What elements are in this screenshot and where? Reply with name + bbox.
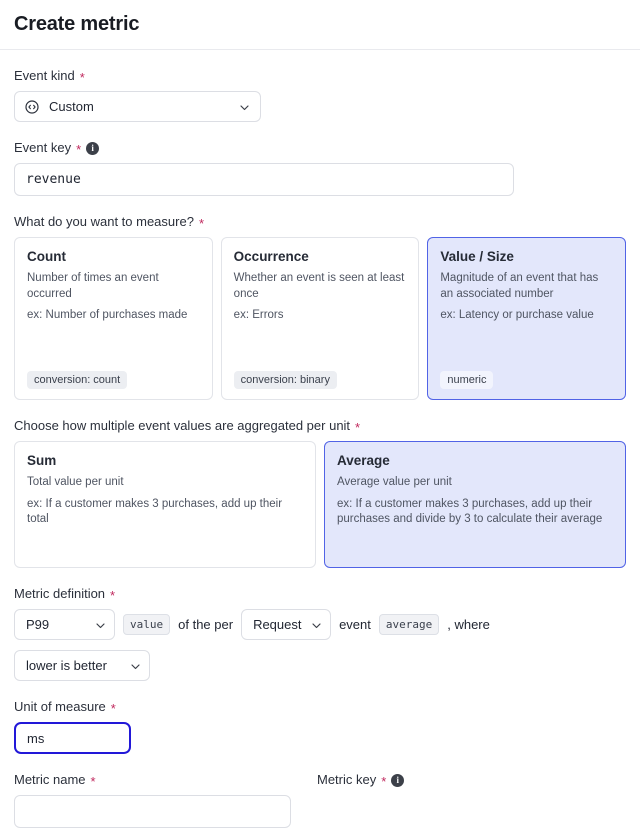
event-key-label-text: Event key <box>14 140 72 155</box>
chevron-down-icon <box>311 619 322 630</box>
average-chip: average <box>378 614 440 635</box>
option-pill: conversion: binary <box>233 371 337 389</box>
create-metric-form: Event kind * Custom Event key * i revenu… <box>0 68 640 828</box>
option-description: Whether an event is seen at least once <box>233 272 405 300</box>
required-asterisk: * <box>90 773 96 789</box>
metric-definition-label: Metric definition * <box>14 586 626 602</box>
metric-name-field: Metric name * <box>14 772 317 828</box>
chevron-down-icon <box>95 619 106 630</box>
option-title: Value / Size <box>440 249 514 264</box>
option-title: Sum <box>27 453 57 468</box>
required-asterisk: * <box>198 215 204 231</box>
required-asterisk: * <box>355 419 361 435</box>
option-description: Number of times an event occurred <box>27 272 159 300</box>
aggregation-label-text: Choose how multiple event values are agg… <box>14 418 351 433</box>
aggregation-option-sum[interactable]: Sum Total value per unit ex: If a custom… <box>14 441 316 568</box>
metric-definition-row: P99 value of the per Request event avera… <box>14 609 626 640</box>
info-icon[interactable]: i <box>391 773 405 787</box>
aggregation-options: Sum Total value per unit ex: If a custom… <box>14 441 626 568</box>
metric-key-label: Metric key * i <box>317 772 405 789</box>
direction-select[interactable]: lower is better <box>14 650 150 681</box>
percentile-select[interactable]: P99 <box>14 609 115 640</box>
unit-of-measure-label: Unit of measure * <box>14 699 626 715</box>
option-title: Occurrence <box>233 249 309 264</box>
page-title: Create metric <box>14 13 140 35</box>
aggregation-option-average[interactable]: Average Average value per unit ex: If a … <box>324 441 626 568</box>
option-example: ex: Number of purchases made <box>27 309 188 321</box>
where-text: , where <box>447 617 490 632</box>
unit-of-measure-field: Unit of measure * ms <box>14 699 626 754</box>
metric-definition-label-text: Metric definition <box>14 586 106 601</box>
metric-name-label: Metric name * <box>14 772 317 788</box>
measure-option-occurrence[interactable]: Occurrence Whether an event is seen at l… <box>220 237 420 400</box>
event-key-label: Event key * i <box>14 140 626 156</box>
option-example: ex: Errors <box>233 309 284 321</box>
unit-of-measure-input[interactable]: ms <box>14 722 131 754</box>
metric-name-label-text: Metric name <box>14 772 86 787</box>
event-key-value: revenue <box>26 172 81 187</box>
direction-value: lower is better <box>26 658 107 673</box>
option-example: ex: Latency or purchase value <box>440 309 594 321</box>
required-asterisk: * <box>110 700 116 716</box>
event-kind-value: Custom <box>49 99 94 114</box>
measure-label: What do you want to measure? * <box>14 214 626 230</box>
event-kind-label: Event kind * <box>14 68 626 84</box>
option-pill: conversion: count <box>27 371 128 389</box>
custom-circle-icon <box>25 99 39 114</box>
metric-definition-field: Metric definition * P99 value of the per… <box>14 586 626 681</box>
chevron-down-icon <box>239 101 250 112</box>
percentile-value: P99 <box>26 617 50 632</box>
required-asterisk: * <box>381 773 387 789</box>
aggregation-label: Choose how multiple event values are agg… <box>14 418 626 434</box>
metric-key-field: Metric key * i <box>317 772 405 828</box>
metric-direction-row: lower is better <box>14 650 626 681</box>
metric-key-label-text: Metric key <box>317 772 377 787</box>
info-icon[interactable]: i <box>86 141 100 155</box>
page-header: Create metric <box>0 0 640 50</box>
option-example: ex: If a customer makes 3 purchases, add… <box>27 497 283 526</box>
name-and-key-row: Metric name * Metric key * i <box>14 772 626 828</box>
event-kind-field: Event kind * Custom <box>14 68 626 122</box>
event-kind-label-text: Event kind <box>14 68 75 83</box>
option-description: Total value per unit <box>27 476 124 488</box>
aggregation-field: Choose how multiple event values are agg… <box>14 418 626 568</box>
measure-field: What do you want to measure? * Count Num… <box>14 214 627 400</box>
event-text: event <box>339 617 371 632</box>
unit-select[interactable]: Request <box>241 609 332 640</box>
event-key-input[interactable]: revenue <box>14 163 514 196</box>
measure-option-count[interactable]: Count Number of times an event occurred … <box>14 237 213 400</box>
option-description: Magnitude of an event that has an associ… <box>440 272 599 300</box>
measure-option-value-size[interactable]: Value / Size Magnitude of an event that … <box>427 237 627 400</box>
unit-of-measure-label-text: Unit of measure <box>14 699 106 714</box>
unit-value: Request <box>253 617 302 632</box>
option-title: Average <box>337 453 390 468</box>
required-asterisk: * <box>76 141 82 157</box>
required-asterisk: * <box>110 587 116 603</box>
option-example: ex: If a customer makes 3 purchases, add… <box>337 497 603 526</box>
unit-of-measure-value: ms <box>27 730 45 746</box>
option-title: Count <box>27 249 66 264</box>
option-description: Average value per unit <box>337 476 452 488</box>
of-the-per-text: of the per <box>178 617 234 632</box>
measure-label-text: What do you want to measure? <box>14 214 194 229</box>
option-pill: numeric <box>440 371 494 389</box>
event-key-field: Event key * i revenue <box>14 140 626 196</box>
metric-name-input[interactable] <box>14 795 291 828</box>
event-kind-select[interactable]: Custom <box>14 91 261 122</box>
value-chip: value <box>123 614 171 635</box>
required-asterisk: * <box>79 69 85 85</box>
chevron-down-icon <box>130 660 141 671</box>
measure-options: Count Number of times an event occurred … <box>14 237 627 400</box>
